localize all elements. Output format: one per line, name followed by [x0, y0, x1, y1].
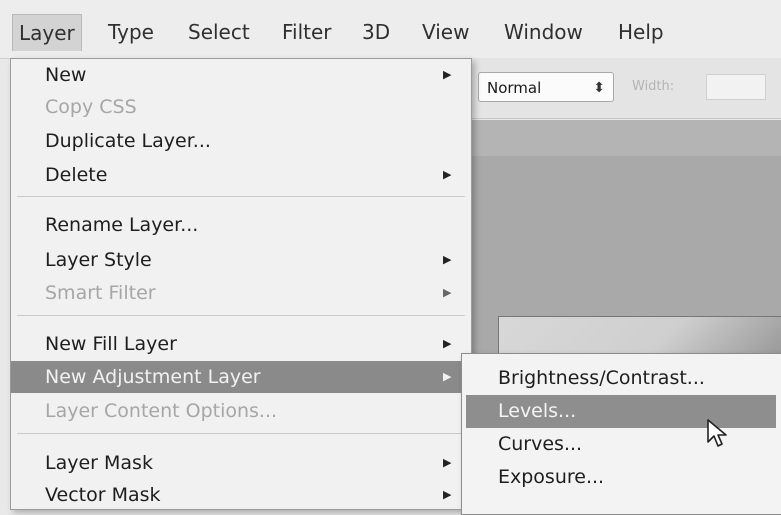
menu-item-label: New Adjustment Layer: [45, 366, 261, 388]
submenu-arrow-icon: ▶: [443, 370, 452, 383]
menu-item-label: Layer Mask: [45, 452, 153, 474]
menu-item-layer-mask[interactable]: Layer Mask ▶: [11, 447, 471, 479]
menu-view[interactable]: View: [416, 14, 475, 50]
menu-item-smart-filter: Smart Filter ▶: [11, 277, 471, 309]
width-label: Width:: [632, 79, 675, 94]
width-input[interactable]: [706, 74, 766, 100]
submenu-item-label: Brightness/Contrast...: [498, 367, 705, 389]
menu-item-label: Smart Filter: [45, 282, 156, 304]
menu-filter[interactable]: Filter: [276, 14, 338, 50]
menu-item-label: Copy CSS: [45, 96, 137, 118]
blend-mode-value: Normal: [487, 79, 542, 97]
submenu-arrow-icon: ▶: [443, 456, 452, 469]
menu-item-label: Delete: [45, 164, 108, 186]
menu-item-new-adjustment-layer[interactable]: New Adjustment Layer ▶: [11, 361, 471, 393]
menu-item-label: Rename Layer...: [45, 214, 199, 236]
menu-separator: [17, 196, 465, 197]
menu-item-label: New Fill Layer: [45, 333, 177, 355]
menu-item-duplicate-layer[interactable]: Duplicate Layer...: [11, 125, 471, 157]
layer-menu: New ▶ Copy CSS Duplicate Layer... Delete…: [10, 58, 472, 510]
menu-layer[interactable]: Layer: [12, 14, 82, 51]
menu-separator: [17, 433, 465, 434]
submenu-item-label: Exposure...: [498, 466, 605, 488]
menu-item-copy-css: Copy CSS: [11, 91, 471, 123]
mouse-pointer-icon: [707, 419, 727, 447]
submenu-item-brightness-contrast[interactable]: Brightness/Contrast...: [462, 362, 781, 395]
menu-window[interactable]: Window: [498, 14, 589, 50]
menu-3d[interactable]: 3D: [356, 14, 396, 50]
menu-select[interactable]: Select: [182, 14, 256, 50]
adjustment-layer-submenu: Brightness/Contrast... Levels... Curves.…: [461, 353, 781, 515]
menu-item-layer-style[interactable]: Layer Style ▶: [11, 244, 471, 276]
menu-separator: [17, 315, 465, 316]
submenu-arrow-icon: ▶: [443, 68, 452, 81]
submenu-arrow-icon: ▶: [443, 337, 452, 350]
document-tab-bar: [470, 120, 781, 157]
menu-item-vector-mask[interactable]: Vector Mask ▶: [11, 479, 471, 511]
menu-item-label: Layer Style: [45, 249, 152, 271]
submenu-arrow-icon: ▶: [443, 168, 452, 181]
submenu-arrow-icon: ▶: [443, 488, 452, 501]
menu-item-delete[interactable]: Delete ▶: [11, 159, 471, 191]
menu-item-label: New: [45, 64, 87, 86]
submenu-item-label: Levels...: [498, 400, 577, 422]
menu-type[interactable]: Type: [102, 14, 160, 50]
menu-item-label: Duplicate Layer...: [45, 130, 211, 152]
menu-help[interactable]: Help: [612, 14, 670, 50]
select-arrows-icon: ⬍: [593, 80, 605, 96]
menu-item-label: Layer Content Options...: [45, 400, 278, 422]
menu-item-label: Vector Mask: [45, 484, 161, 506]
submenu-item-curves[interactable]: Curves...: [462, 428, 781, 461]
menu-item-new[interactable]: New ▶: [11, 59, 471, 91]
submenu-arrow-icon: ▶: [443, 253, 452, 266]
submenu-arrow-icon: ▶: [443, 286, 452, 299]
submenu-item-label: Curves...: [498, 433, 583, 455]
menu-item-layer-content-options: Layer Content Options...: [11, 395, 471, 427]
blend-mode-select[interactable]: Normal ⬍: [478, 72, 614, 102]
menu-bar: Layer Type Select Filter 3D View Window …: [0, 0, 781, 59]
menu-item-rename-layer[interactable]: Rename Layer...: [11, 209, 471, 241]
submenu-item-exposure[interactable]: Exposure...: [462, 461, 781, 494]
menu-item-new-fill-layer[interactable]: New Fill Layer ▶: [11, 328, 471, 360]
